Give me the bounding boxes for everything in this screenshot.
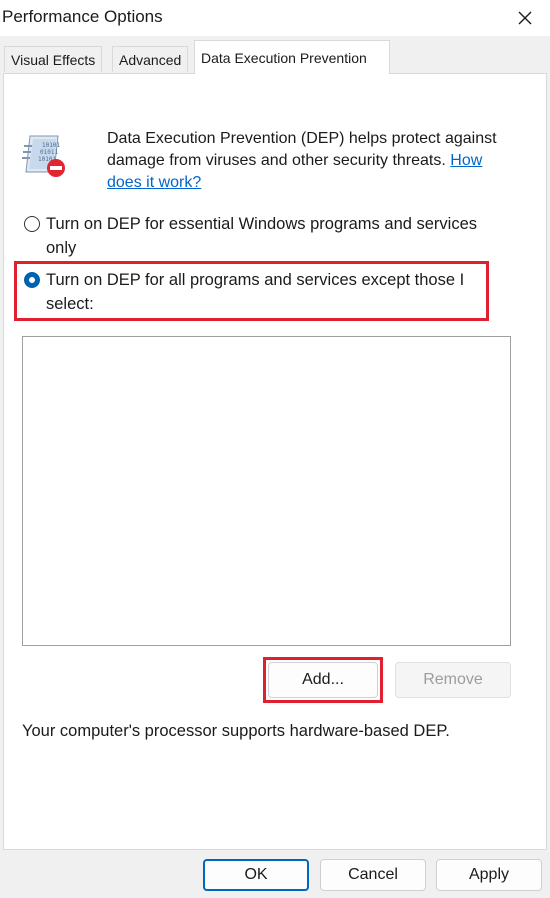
tab-data-execution-prevention[interactable]: Data Execution Prevention <box>194 40 390 74</box>
radio-essential-only[interactable] <box>24 216 40 232</box>
tab-visual-effects[interactable]: Visual Effects <box>4 46 103 72</box>
svg-text:10101: 10101 <box>42 142 60 149</box>
title-bar: Performance Options <box>0 0 550 36</box>
highlight-box-option <box>14 261 489 321</box>
tab-strip: Visual Effects Advanced Data Execution P… <box>0 36 550 74</box>
remove-button[interactable]: Remove <box>395 662 511 698</box>
ok-button[interactable]: OK <box>203 859 309 891</box>
hardware-dep-status: Your computer's processor supports hardw… <box>22 722 450 740</box>
option-essential-only-label: Turn on DEP for essential Windows progra… <box>46 215 478 257</box>
window-title: Performance Options <box>2 7 163 26</box>
dep-description-text: Data Execution Prevention (DEP) helps pr… <box>107 130 497 169</box>
dep-shield-icon: 10101 01011 10101 <box>22 135 65 177</box>
exclusion-list[interactable] <box>22 336 511 646</box>
close-button[interactable] <box>500 0 550 36</box>
apply-button[interactable]: Apply <box>436 859 542 891</box>
dep-description: Data Execution Prevention (DEP) helps pr… <box>107 128 507 194</box>
cancel-button[interactable]: Cancel <box>320 859 426 891</box>
highlight-box-add <box>263 657 383 703</box>
close-icon <box>518 11 532 25</box>
svg-text:01011: 01011 <box>40 149 58 156</box>
tab-advanced[interactable]: Advanced <box>112 46 189 72</box>
